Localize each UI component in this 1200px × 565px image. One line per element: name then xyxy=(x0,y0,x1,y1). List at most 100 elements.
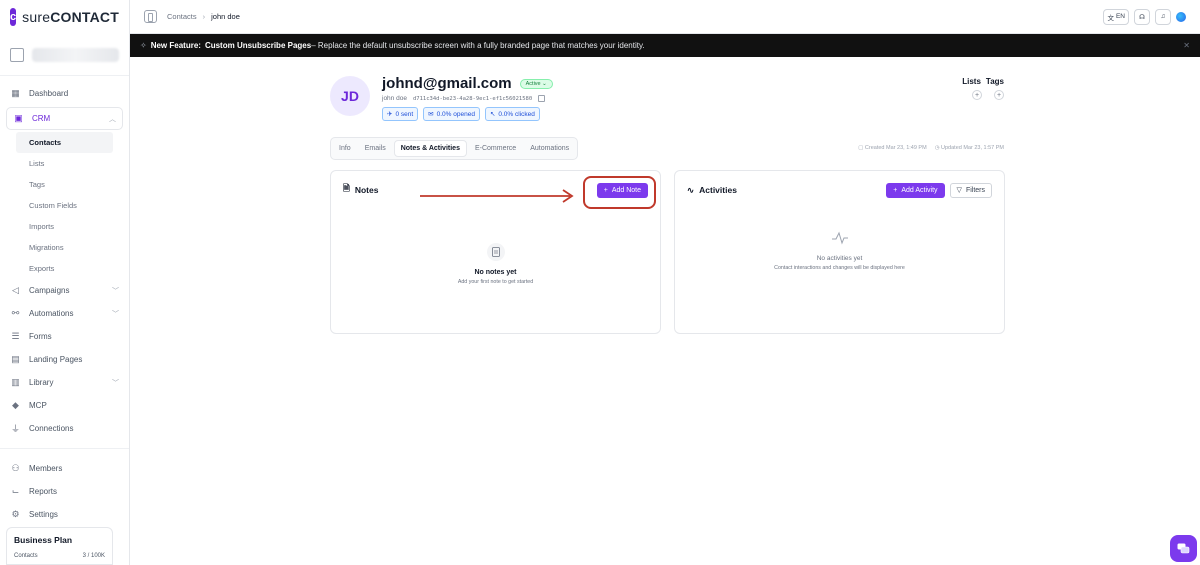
copy-icon[interactable] xyxy=(538,95,546,102)
sidebar-item-label: Reports xyxy=(29,487,58,496)
filters-label: Filters xyxy=(965,186,985,194)
created-timestamp: ▢ Created Mar 23, 1:49 PM xyxy=(858,145,927,151)
sidebar-item-campaigns[interactable]: ◁ Campaigns ﹀ xyxy=(0,279,129,302)
sidebar-item-settings[interactable]: ⚙ Settings xyxy=(0,503,129,526)
sidebar-item-tags[interactable]: Tags xyxy=(16,174,113,195)
sidebar-item-imports[interactable]: Imports xyxy=(16,216,113,237)
plan-contacts-label: Contacts xyxy=(14,553,38,559)
breadcrumb-contacts[interactable]: Contacts xyxy=(167,12,197,21)
calendar-icon: ▢ xyxy=(858,145,865,151)
status-badge[interactable]: Active ⌄ xyxy=(519,78,553,89)
close-icon[interactable]: ✕ xyxy=(1183,41,1190,50)
sidebar-item-migrations[interactable]: Migrations xyxy=(16,237,113,258)
dashboard-icon: ▦ xyxy=(11,88,20,98)
plan-usage-row: Contacts 3 / 100K xyxy=(14,553,105,559)
notes-empty-sub: Add your first note to get started xyxy=(457,279,534,285)
breadcrumb-current: john doe xyxy=(211,12,240,21)
workspace-switcher[interactable] xyxy=(0,34,129,76)
activities-card: ∿ Activities + Add Activity ▽ Filters No… xyxy=(674,170,1005,334)
lists-tags: Lists Tags + + xyxy=(962,77,1004,100)
main-content: JD johnd@gmail.com Active ⌄ john doe d71… xyxy=(130,57,1200,565)
tab-ecommerce[interactable]: E-Commerce xyxy=(469,140,522,157)
sidebar-toggle-icon[interactable] xyxy=(144,10,157,23)
support-button[interactable]: ☊ xyxy=(1134,8,1150,25)
sidebar-item-landing-pages[interactable]: ▤ Landing Pages xyxy=(0,348,129,371)
sidebar-item-label: Connections xyxy=(29,424,74,433)
activity-pulse-icon: ∿ xyxy=(687,184,695,195)
headset-icon: ☊ xyxy=(1139,13,1145,21)
sidebar-item-label: Members xyxy=(29,464,63,473)
logo-icon: c xyxy=(10,8,17,26)
chart-icon: ⌙ xyxy=(11,486,20,496)
sidebar-item-dashboard[interactable]: ▦ Dashboard xyxy=(0,82,129,105)
add-list-button[interactable]: + xyxy=(972,90,982,100)
sidebar-item-lists[interactable]: Lists xyxy=(16,153,113,174)
tab-automations[interactable]: Automations xyxy=(524,140,575,157)
tab-emails[interactable]: Emails xyxy=(359,140,392,157)
banner-prefix: New Feature: xyxy=(150,41,201,50)
activities-title-text: Activities xyxy=(699,185,737,195)
document-icon xyxy=(486,243,505,261)
gear-icon: ⚙ xyxy=(11,509,20,519)
sidebar-item-reports[interactable]: ⌙ Reports xyxy=(0,480,129,503)
crm-icon: ▣ xyxy=(14,113,23,123)
notes-empty-state: No notes yet Add your first note to get … xyxy=(331,243,660,285)
plus-icon: + xyxy=(893,186,898,194)
stat-sent: ✈ 0 sent xyxy=(382,107,419,121)
add-activity-label: Add Activity xyxy=(901,186,938,194)
sidebar-item-label: Automations xyxy=(29,309,74,318)
sidebar-item-crm[interactable]: ▣ CRM ︿ xyxy=(6,107,123,130)
notifications-button[interactable]: ♫ xyxy=(1155,8,1171,25)
chevron-down-icon: ﹀ xyxy=(112,379,119,387)
notes-title-text: Notes xyxy=(354,185,379,195)
logo-text-bold: CONTACT xyxy=(50,9,119,25)
plan-contacts-value: 3 / 100K xyxy=(82,553,105,559)
annotation-arrow xyxy=(420,189,574,203)
filters-button[interactable]: ▽ Filters xyxy=(949,182,992,198)
activities-empty-sub: Contact interactions and changes will be… xyxy=(774,265,905,271)
stat-opened-value: 0.0% opened xyxy=(436,110,475,118)
banner-feature: Custom Unsubscribe Pages xyxy=(204,41,312,50)
language-label: EN xyxy=(1115,13,1125,20)
tab-info[interactable]: Info xyxy=(333,140,357,157)
top-actions: 文 EN ☊ ♫ xyxy=(1103,8,1186,25)
plan-card: Business Plan Contacts 3 / 100K xyxy=(6,527,113,565)
globe-icon[interactable] xyxy=(1176,11,1186,22)
add-activity-button[interactable]: + Add Activity xyxy=(886,182,945,198)
chevron-up-icon: ︿ xyxy=(109,115,116,123)
sidebar-item-members[interactable]: ⚇ Members xyxy=(0,457,129,480)
sidebar-item-contacts[interactable]: Contacts xyxy=(16,132,113,153)
sidebar-item-library[interactable]: ▥ Library ﹀ xyxy=(0,371,129,394)
activities-title: ∿ Activities xyxy=(687,185,737,196)
megaphone-icon: ◁ xyxy=(12,285,19,295)
sidebar-item-connections[interactable]: ⏚ Connections xyxy=(0,417,129,440)
automation-icon: ⚯ xyxy=(11,308,20,318)
brand-logo[interactable]: c sureCONTACT xyxy=(0,0,129,34)
logo-text-light: sure xyxy=(22,9,51,25)
stat-opened: ✉ 0.0% opened xyxy=(423,107,480,121)
sidebar-item-label: Settings xyxy=(29,510,58,519)
crm-submenu: Contacts Lists Tags Custom Fields Import… xyxy=(0,132,129,279)
sidebar-item-label: Forms xyxy=(29,332,52,341)
sidebar-item-exports[interactable]: Exports xyxy=(16,258,113,279)
sidebar-item-mcp[interactable]: ◆ MCP xyxy=(0,394,129,417)
tab-notes-activities[interactable]: Notes & Activities xyxy=(393,140,467,157)
add-tag-button[interactable]: + xyxy=(994,90,1004,100)
language-button[interactable]: 文 EN xyxy=(1103,8,1129,25)
plug-icon: ⏚ xyxy=(10,424,20,434)
layout-icon: ▤ xyxy=(11,354,20,364)
chat-button[interactable] xyxy=(1170,535,1197,562)
lists-label: Lists xyxy=(962,77,981,86)
sidebar-item-label: MCP xyxy=(29,401,47,410)
chevron-down-icon: ﹀ xyxy=(112,310,119,318)
top-bar: Contacts › john doe 文 EN ☊ ♫ xyxy=(130,0,1200,34)
avatar: JD xyxy=(330,76,370,116)
sidebar-item-automations[interactable]: ⚯ Automations ﹀ xyxy=(0,302,129,325)
notes-title: 🗎 Notes xyxy=(343,183,378,197)
sidebar-item-label: Campaigns xyxy=(29,286,70,295)
sidebar-item-custom-fields[interactable]: Custom Fields xyxy=(16,195,113,216)
sidebar: c sureCONTACT ▦ Dashboard ▣ CRM ︿ Contac… xyxy=(0,0,130,565)
sidebar-item-label: Dashboard xyxy=(29,89,69,98)
sidebar-item-forms[interactable]: ☰ Forms xyxy=(0,325,129,348)
chat-icon xyxy=(1177,543,1190,554)
